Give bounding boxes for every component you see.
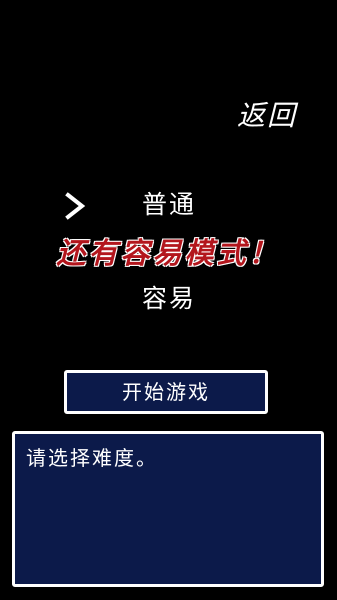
back-button[interactable]: 返回 bbox=[226, 96, 308, 136]
difficulty-option-easy[interactable]: 容易 bbox=[124, 281, 214, 317]
chevron-right-icon bbox=[65, 192, 86, 220]
start-game-button[interactable]: 开始游戏 bbox=[64, 370, 268, 414]
message-text: 请选择难度。 bbox=[26, 446, 158, 470]
message-box: 请选择难度。 bbox=[12, 431, 324, 587]
easy-mode-banner: 还有容易模式！ bbox=[56, 236, 281, 270]
difficulty-option-normal[interactable]: 普通 bbox=[124, 187, 214, 223]
